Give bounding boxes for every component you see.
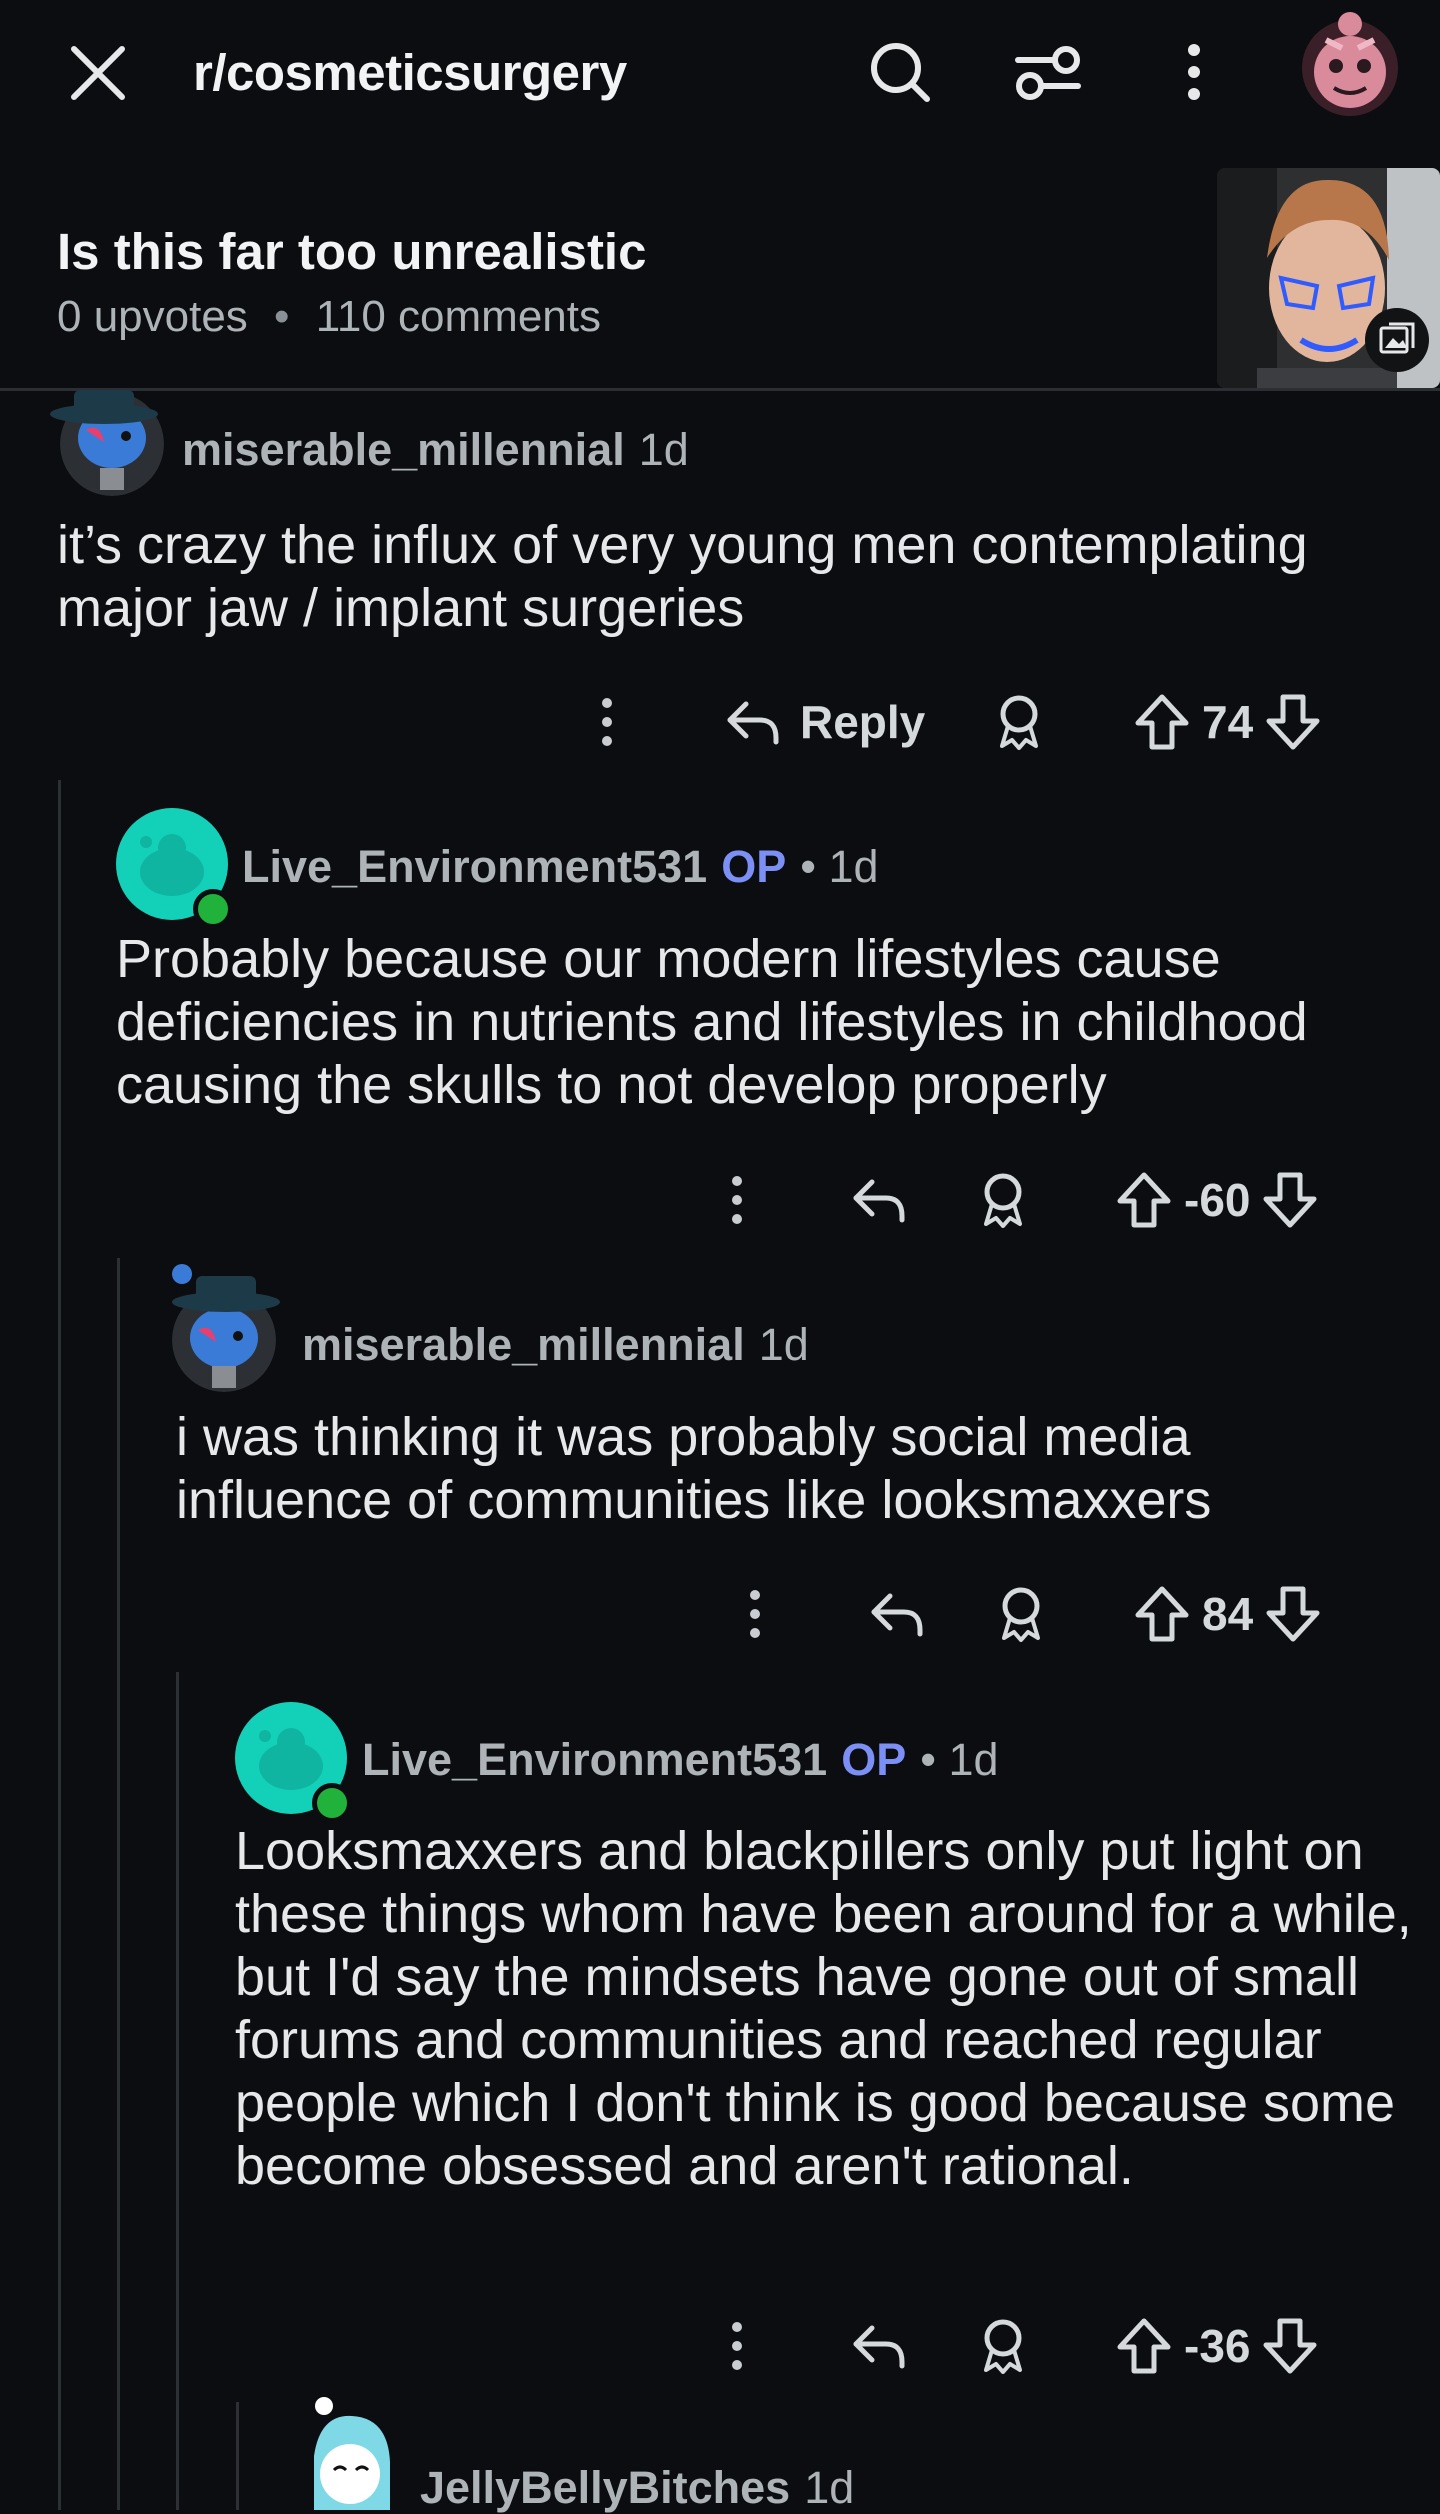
comment-actions: Reply 74: [0, 682, 1440, 762]
comment-header: JellyBellyBitches 1d: [420, 2462, 854, 2514]
username[interactable]: Live_Environment531: [362, 1734, 827, 1786]
username[interactable]: miserable_millennial: [182, 424, 625, 476]
award-button[interactable]: [994, 1584, 1054, 1644]
post-thumbnail[interactable]: [1217, 168, 1440, 388]
comment-body: i was thinking it was probably social me…: [176, 1407, 1212, 1530]
search-icon: [871, 43, 930, 102]
top-bar: r/cosmeticsurgery: [0, 0, 1440, 150]
downvote-icon[interactable]: [1265, 1585, 1321, 1643]
reply-icon: [853, 2325, 905, 2369]
comment-actions: -36: [0, 2306, 1440, 2386]
award-button[interactable]: [992, 692, 1052, 752]
vote-score: 74: [1202, 696, 1254, 748]
vote-controls: -60: [1116, 1170, 1318, 1230]
downvote-icon[interactable]: [1262, 1171, 1318, 1229]
more-options-button[interactable]: [1164, 36, 1224, 108]
award-button[interactable]: [976, 2316, 1036, 2376]
user-avatar[interactable]: [294, 2396, 406, 2510]
meta-separator: •: [274, 292, 290, 341]
comment-age: • 1d: [920, 1734, 999, 1785]
post-upvote-count: 0 upvotes: [57, 292, 248, 341]
comment-header: miserable_millennial 1d: [302, 1319, 809, 1371]
close-button[interactable]: [58, 38, 138, 108]
more-vertical-icon: [602, 698, 612, 746]
thread-line-level-4: [236, 2402, 239, 2510]
upvote-icon[interactable]: [1134, 1585, 1190, 1643]
post-meta: 0 upvotes • 110 comments: [57, 292, 601, 342]
reply-button[interactable]: [852, 2316, 906, 2376]
more-vertical-icon: [1188, 44, 1200, 100]
more-vertical-icon: [732, 1176, 742, 1224]
online-indicator: [193, 889, 233, 929]
comment-age: • 1d: [800, 841, 879, 892]
image-icon: [1379, 322, 1415, 354]
vote-controls: 84: [1134, 1584, 1321, 1644]
comment-age: 1d: [758, 1319, 809, 1370]
filter-icon: [1015, 46, 1081, 100]
vote-score: -36: [1184, 2320, 1251, 2372]
profile-avatar[interactable]: [1290, 4, 1410, 124]
username[interactable]: Live_Environment531: [242, 841, 707, 893]
comment-header: Live_Environment531 OP • 1d: [242, 841, 879, 893]
post-comment-count: 110 comments: [315, 292, 601, 341]
more-button[interactable]: [600, 692, 624, 752]
more-button[interactable]: [730, 2316, 754, 2376]
hat-icon: [172, 1264, 280, 1312]
vote-score: -60: [1184, 1174, 1251, 1226]
comment-header: Live_Environment531 OP • 1d: [362, 1734, 999, 1786]
comment-body: it’s crazy the influx of very young men …: [57, 515, 1308, 638]
upvote-icon[interactable]: [1134, 693, 1190, 751]
filter-button[interactable]: [1008, 36, 1088, 108]
comment-actions: -60: [0, 1160, 1440, 1240]
avatar-jellybelly: [314, 2397, 390, 2510]
op-badge: OP: [841, 1734, 907, 1785]
comment-header: miserable_millennial 1d: [182, 424, 689, 476]
username[interactable]: JellyBellyBitches: [420, 2462, 790, 2514]
comment-age: 1d: [804, 2462, 855, 2513]
reply-button[interactable]: Reply: [726, 692, 925, 752]
vote-controls: -36: [1116, 2316, 1318, 2376]
post-title[interactable]: Is this far too unrealistic: [57, 222, 646, 281]
avatar-hat: [48, 388, 160, 424]
award-button[interactable]: [976, 1170, 1036, 1230]
profile-avatar-image: [1302, 12, 1398, 116]
award-icon: [984, 1173, 1022, 1228]
award-icon: [984, 2319, 1022, 2374]
more-vertical-icon: [732, 2322, 742, 2370]
comment-age: 1d: [638, 424, 689, 475]
close-icon: [71, 46, 125, 100]
comment-body: Probably because our modern lifestyles c…: [116, 929, 1308, 1115]
avatar-hat: [166, 1262, 282, 1312]
subreddit-title[interactable]: r/cosmeticsurgery: [193, 43, 627, 102]
vote-score: 84: [1202, 1588, 1254, 1640]
online-indicator: [312, 1783, 352, 1823]
reply-label: Reply: [800, 696, 926, 748]
reply-button[interactable]: [870, 1584, 924, 1644]
upvote-icon[interactable]: [1116, 1171, 1172, 1229]
award-icon: [1002, 1587, 1040, 1642]
downvote-icon[interactable]: [1265, 693, 1321, 751]
downvote-icon[interactable]: [1262, 2317, 1318, 2375]
op-badge: OP: [721, 841, 787, 892]
more-button[interactable]: [730, 1170, 754, 1230]
reply-button[interactable]: [852, 1170, 906, 1230]
more-button[interactable]: [748, 1584, 772, 1644]
reply-icon: [871, 1593, 923, 1637]
award-icon: [1000, 695, 1038, 750]
reply-icon: [727, 701, 779, 745]
gallery-badge: [1365, 308, 1429, 372]
upvote-icon[interactable]: [1116, 2317, 1172, 2375]
vote-controls: 74: [1134, 692, 1321, 752]
more-vertical-icon: [750, 1590, 760, 1638]
comment-actions: 84: [0, 1574, 1440, 1654]
comment-body: Looksmaxxers and blackpillers only put l…: [235, 1821, 1412, 2196]
search-button[interactable]: [860, 36, 940, 108]
username[interactable]: miserable_millennial: [302, 1319, 745, 1371]
header-divider: [0, 388, 1440, 391]
hat-icon: [50, 390, 158, 424]
reply-icon: [853, 1179, 905, 1223]
